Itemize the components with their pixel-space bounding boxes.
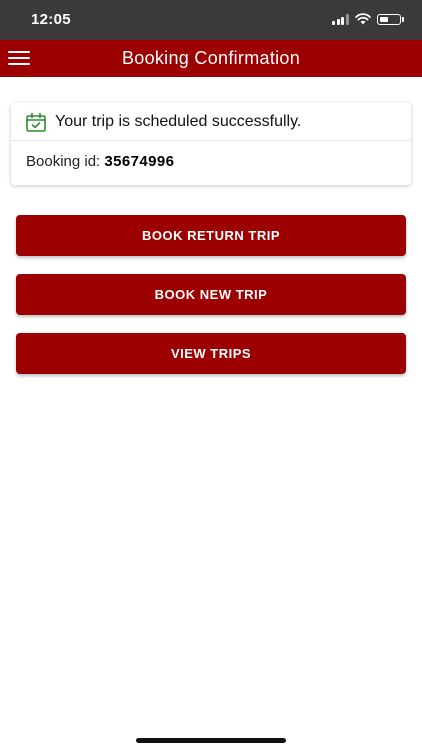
confirmation-card: Your trip is scheduled successfully. Boo… — [11, 103, 411, 185]
home-indicator[interactable] — [136, 738, 286, 743]
booking-id-value: 35674996 — [104, 153, 175, 170]
booking-id-row: Booking id: 35674996 — [26, 153, 174, 170]
hamburger-menu-icon[interactable] — [8, 51, 30, 66]
success-row: Your trip is scheduled successfully. — [11, 103, 411, 141]
book-return-trip-button[interactable]: BOOK RETURN TRIP — [16, 215, 406, 256]
book-new-trip-button[interactable]: BOOK NEW TRIP — [16, 274, 406, 315]
page-title: Booking Confirmation — [121, 48, 301, 68]
success-message: Your trip is scheduled successfully. — [55, 113, 302, 130]
booking-id-label: Booking id: — [26, 153, 101, 170]
battery-icon — [377, 14, 401, 25]
view-trips-button[interactable]: VIEW TRIPS — [16, 333, 406, 374]
status-bar: 12:05 — [0, 0, 422, 40]
status-time: 12:05 — [31, 11, 71, 28]
app-header: Booking Confirmation — [0, 40, 422, 77]
battery-tip — [402, 17, 404, 22]
calendar-check-icon — [26, 113, 46, 132]
cellular-signal-icon — [332, 14, 349, 25]
wifi-icon — [355, 13, 371, 25]
